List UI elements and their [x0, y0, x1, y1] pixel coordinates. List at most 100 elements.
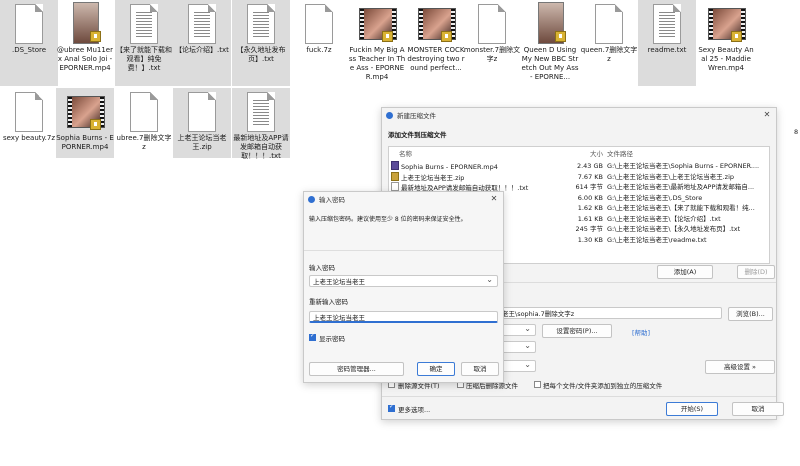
file-item[interactable]: 【永久地址发布页】.txt	[232, 0, 290, 86]
file-item[interactable]: monster.7删除文字z	[463, 0, 521, 86]
file-item[interactable]: readme.txt	[638, 0, 696, 86]
row-name-text: 上老王论坛当老王.zip	[401, 173, 465, 182]
more-options-checkbox[interactable]	[388, 403, 395, 412]
file-name: queen.7删除文字z	[580, 46, 638, 63]
password-dialog-title: 输入密码	[319, 196, 345, 204]
file-name: Queen D Using My New BBC Stretch Out My …	[521, 46, 579, 81]
file-name: 最新地址及APP请发邮箱自动获取！！！.txt	[233, 134, 289, 160]
file-name: ubree.7删除文字z	[116, 134, 172, 151]
file-item[interactable]: Fuckin My Big Ass Teacher In The Ass - E…	[348, 0, 406, 86]
video-file-icon	[418, 2, 456, 48]
confirm-password-input[interactable]: 上老王论坛当老王	[309, 311, 498, 323]
separate-archive-checkbox[interactable]	[534, 381, 541, 388]
file-item[interactable]: Sexy Beauty Anal 25 - Maddie Wren.mp4	[697, 0, 755, 86]
app-icon	[386, 111, 393, 119]
archive-cancel-button[interactable]: 取消	[732, 402, 784, 416]
file-name: 【来了就能下载和观看】纯免费！】.txt	[116, 46, 172, 72]
row-size: 1.30 KB	[577, 235, 603, 244]
file-item[interactable]: 最新地址及APP请发邮箱自动获取！！！.txt	[232, 88, 290, 160]
video-file-icon	[708, 2, 746, 48]
row-size: 7.67 KB	[577, 172, 603, 181]
show-password-label[interactable]: 显示密码	[319, 333, 345, 343]
more-options-label[interactable]: 更多选项...	[398, 404, 430, 414]
row-path: G:\上老王论坛当老王\.DS_Store	[607, 193, 703, 202]
col-path[interactable]: 文件路径	[607, 149, 633, 159]
row-path: G:\上老王论坛当老王\readme.txt	[607, 235, 707, 244]
file-item[interactable]: @ubree Mu11erx Anal Solo Joi - EPORNER.m…	[56, 0, 114, 86]
file-item[interactable]: Queen D Using My New BBC Stretch Out My …	[521, 0, 579, 86]
document-file-icon	[184, 90, 220, 136]
video-file-icon	[67, 90, 105, 136]
delete-button[interactable]: 删除(D)	[737, 265, 775, 279]
row-path: G:\上老王论坛当老王\上老王论坛当老王.zip	[607, 172, 735, 181]
list-header: 名称 大小 文件路径	[389, 149, 769, 159]
row-name: Sophia Burns - EPORNER.mp4	[391, 161, 561, 172]
file-item[interactable]: .DS_Store	[0, 0, 58, 86]
row-size: 6.00 KB	[577, 193, 603, 202]
file-name: Fuckin My Big Ass Teacher In The Ass - E…	[348, 46, 406, 81]
table-row[interactable]: 上老王论坛当老王.zip 7.67 KB G:\上老王论坛当老王\上老王论坛当老王.…	[389, 171, 769, 183]
file-item[interactable]: Sophia Burns - EPORNER.mp4	[56, 88, 114, 158]
browse-button[interactable]: 浏览(B)...	[728, 307, 773, 321]
file-item[interactable]: sexy beauty.7z	[0, 88, 58, 158]
password-close-icon[interactable]: ✕	[487, 193, 501, 205]
password-titlebar: 输入密码	[304, 192, 503, 206]
row-name: 上老王论坛当老王.zip	[391, 171, 561, 183]
edge-text: 8	[794, 128, 799, 136]
archive-dialog-title: 新建压缩文件	[397, 112, 436, 120]
file-item[interactable]: 上老王论坛当老王.zip	[173, 88, 231, 158]
ok-button[interactable]: 确定	[417, 362, 455, 376]
row-path: G:\上老王论坛当老王\【论坛介绍】.txt	[607, 214, 721, 223]
document-file-icon	[126, 90, 162, 136]
video-file-icon	[359, 2, 397, 48]
show-password-checkbox[interactable]	[309, 332, 316, 341]
archive-titlebar: 新建压缩文件	[382, 108, 776, 122]
file-name: 上老王论坛当老王.zip	[177, 134, 227, 151]
document-file-icon	[649, 2, 685, 48]
file-name: MONSTER COCK destroying two round perfec…	[407, 46, 465, 72]
password-manager-button[interactable]: 密码管理器...	[309, 362, 404, 376]
password-input[interactable]: 上老王论坛当老王	[309, 274, 498, 287]
confirm-password-label: 重新输入密码	[309, 298, 348, 306]
password-label: 输入密码	[309, 264, 335, 272]
password-cancel-button[interactable]: 取消	[461, 362, 499, 376]
row-size: 245 字节	[575, 225, 603, 233]
col-name[interactable]: 名称	[399, 149, 412, 159]
col-size[interactable]: 大小	[589, 149, 603, 159]
document-file-icon	[11, 2, 47, 48]
table-row[interactable]: Sophia Burns - EPORNER.mp4 2.43 GB G:\上老王论…	[389, 161, 769, 171]
zip-file-icon	[391, 171, 399, 181]
row-size: 1.62 KB	[577, 204, 603, 212]
row-name-text: Sophia Burns - EPORNER.mp4	[401, 163, 498, 171]
file-item[interactable]: queen.7删除文字z	[580, 0, 638, 86]
start-button[interactable]: 开始(S)	[666, 402, 718, 416]
document-file-icon	[243, 90, 279, 136]
add-button[interactable]: 添加(A)	[657, 265, 713, 279]
set-password-button[interactable]: 设置密码(P)...	[542, 324, 612, 338]
video-file-icon	[391, 161, 399, 170]
document-file-icon	[591, 2, 627, 48]
file-item[interactable]: 【来了就能下载和观看】纯免费！】.txt	[115, 0, 173, 86]
row-path: G:\上老王论坛当老王\Sophia Burns - EPORNER....	[607, 162, 760, 170]
archive-close-icon[interactable]: ✕	[760, 109, 774, 121]
advanced-button[interactable]: 高级设置 »	[705, 360, 775, 374]
image-file-icon	[67, 2, 103, 48]
file-item[interactable]: MONSTER COCK destroying two round perfec…	[407, 0, 465, 86]
file-item[interactable]: fuck.7z	[290, 0, 348, 86]
archive-path-input[interactable]: 老王\sophia.7删除文字z	[498, 307, 722, 319]
divider-bottom	[382, 396, 776, 397]
app-icon	[308, 195, 315, 203]
image-file-icon	[532, 2, 568, 48]
file-name: Sophia Burns - EPORNER.mp4	[56, 134, 114, 151]
document-file-icon	[474, 2, 510, 48]
row-path: G:\上老王论坛当老王\最新地址及APP请发邮箱自...	[607, 183, 755, 191]
document-file-icon	[126, 2, 162, 48]
file-item[interactable]: 【论坛介绍】.txt	[173, 0, 231, 86]
separate-archive-label: 把每个文件/文件夹添加到独立的压缩文件	[543, 382, 663, 390]
row-size: 614 字节	[575, 183, 603, 191]
section-title: 添加文件到压缩文件	[388, 131, 447, 139]
help-link[interactable]: [帮助]	[632, 327, 650, 337]
file-name: monster.7删除文字z	[463, 46, 521, 63]
password-hint: 输入压缩包密码。建议使用至少 8 位的密码来保证安全性。	[309, 216, 467, 223]
file-item[interactable]: ubree.7删除文字z	[115, 88, 173, 158]
